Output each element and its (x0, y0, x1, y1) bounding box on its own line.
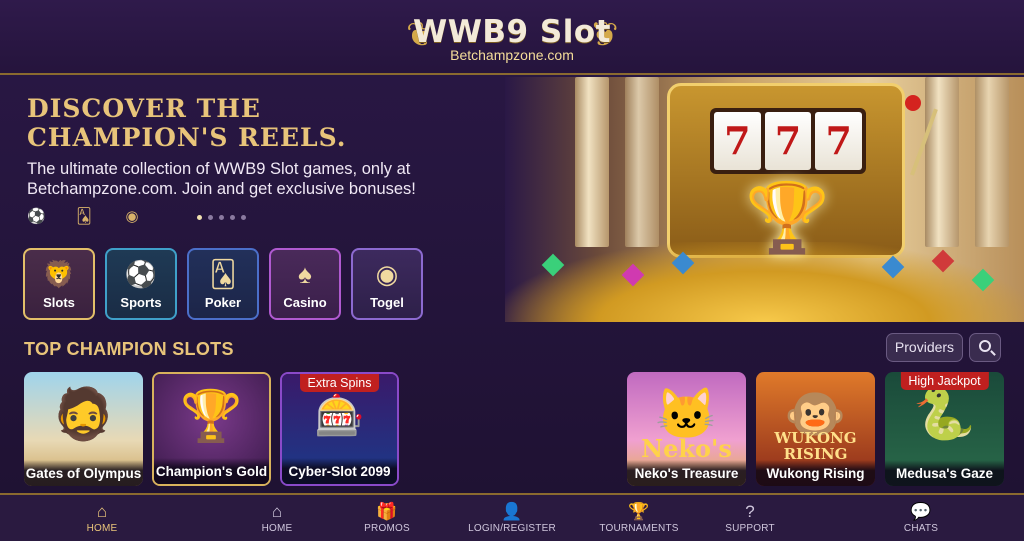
nav-login-register[interactable]: 👤 LOGIN/REGISTER (467, 495, 557, 541)
category-label: Slots (43, 295, 75, 310)
carousel-dot[interactable] (208, 215, 213, 220)
nav-label: CHATS (903, 523, 939, 534)
game-card-gates-of-olympus[interactable]: 🧔 Gates of Olympus (24, 372, 143, 486)
trophy-icon: 🏆 (180, 388, 243, 444)
logo-title: WWB9 Slot (413, 14, 611, 50)
gift-icon: 🎁 (376, 502, 398, 521)
medusa-icon: 🐍 (913, 386, 976, 442)
category-poker[interactable]: 🂡 Poker (187, 248, 259, 320)
game-name: Cyber-Slot 2099 (282, 458, 397, 484)
nav-chats[interactable]: 💬 CHATS (891, 495, 951, 541)
category-casino[interactable]: ♠ Casino (269, 248, 341, 320)
page: ❦ ❦ WWB9 Slot Betchampzone.com DISCOVER … (0, 0, 1024, 541)
game-card-wukong-rising[interactable]: 🐵 WUKONG RISING Wukong Rising (756, 372, 875, 486)
carousel-dot[interactable] (230, 215, 235, 220)
nav-tournaments[interactable]: 🏆 TOURNAMENTS (598, 495, 680, 541)
nav-home-active[interactable]: ⌂ HOME (72, 495, 132, 541)
nav-promos[interactable]: 🎁 PROMOS (356, 495, 418, 541)
home-icon: ⌂ (96, 502, 108, 521)
zeus-icon: 🧔 (52, 386, 115, 442)
category-label: Poker (204, 295, 242, 310)
game-name: Gates of Olympus (24, 460, 143, 486)
category-slots[interactable]: 🦁 Slots (23, 248, 95, 320)
game-card-nekos-treasure[interactable]: 🐱 Neko's Neko's Treasure (627, 372, 746, 486)
nav-home[interactable]: ⌂ HOME (247, 495, 307, 541)
header: ❦ ❦ WWB9 Slot Betchampzone.com (0, 0, 1024, 75)
game-card-champions-gold[interactable]: 🏆 Champion's Gold (152, 372, 271, 486)
game-art-title: Neko's (641, 434, 732, 463)
nav-label: SUPPORT (725, 523, 775, 534)
game-tag: Extra Spins (299, 374, 380, 392)
section-title: TOP CHAMPION SLOTS (24, 339, 234, 359)
lion-icon: 🦁 (42, 259, 76, 289)
game-card-medusas-gaze[interactable]: 🐍 High Jackpot Medusa's Gaze (885, 372, 1004, 486)
game-name: Wukong Rising (756, 460, 875, 486)
pillar (925, 77, 959, 247)
reel: 7 (714, 112, 761, 170)
category-togel[interactable]: ◉ Togel (351, 248, 423, 320)
logo-subtitle: Betchampzone.com (450, 47, 574, 63)
game-name: Neko's Treasure (627, 460, 746, 486)
nav-label: PROMOS (364, 523, 410, 534)
game-card-cyber-slot-2099[interactable]: 🎰 Extra Spins Cyber-Slot 2099 (280, 372, 399, 486)
reel: 7 (815, 112, 863, 170)
carousel-dots[interactable] (197, 215, 246, 220)
pillar (975, 77, 1009, 247)
playing-cards-icon: 🂡 (76, 208, 92, 225)
hero-mini-icons: ⚽ 🂡 ◉ (27, 208, 171, 226)
nav-label: TOURNAMENTS (599, 523, 679, 534)
lever-ball (905, 95, 921, 111)
bottom-nav: ⌂ HOME ⌂ HOME 🎁 PROMOS 👤 LOGIN/REGISTER … (0, 493, 1024, 541)
nav-support[interactable]: ? SUPPORT (720, 495, 780, 541)
hero-description: The ultimate collection of WWB9 Slot gam… (27, 160, 416, 198)
casino-chip-icon: ♠ (298, 259, 312, 289)
lottery-ball-icon: ◉ (125, 208, 139, 225)
category-label: Togel (370, 295, 404, 310)
reel-window: 7 7 7 (710, 108, 866, 174)
category-label: Casino (283, 295, 327, 310)
soccer-ball-icon: ⚽ (27, 208, 46, 225)
carousel-dot[interactable] (219, 215, 224, 220)
nav-label: HOME (261, 523, 293, 534)
pillar (575, 77, 609, 247)
category-sports[interactable]: ⚽ Sports (105, 248, 177, 320)
question-icon: ? (745, 502, 755, 521)
hero-slot-machine-image[interactable]: 7 7 7 🏆 (505, 77, 1024, 322)
slot-machine-icon: 🎰 (314, 394, 365, 438)
game-name: Medusa's Gaze (885, 460, 1004, 486)
site-logo[interactable]: ❦ ❦ WWB9 Slot Betchampzone.com (406, 8, 618, 68)
game-art-title: WUKONG RISING (774, 429, 857, 463)
pillar (625, 77, 659, 247)
search-icon (979, 340, 991, 352)
nav-label: HOME (86, 523, 118, 534)
chat-icon: 💬 (910, 502, 932, 521)
trophy-icon: 🏆 (628, 502, 650, 521)
category-label: Sports (120, 295, 162, 310)
game-name: Champion's Gold (154, 458, 269, 484)
home-icon: ⌂ (271, 502, 283, 521)
providers-button[interactable]: Providers (886, 333, 963, 362)
nav-label: LOGIN/REGISTER (468, 523, 556, 534)
reel: 7 (764, 112, 812, 170)
soccer-ball-icon: ⚽ (124, 259, 158, 289)
carousel-dot[interactable] (241, 215, 246, 220)
user-plus-icon: 👤 (501, 502, 523, 521)
trophy-icon: 🏆 (745, 180, 830, 256)
category-buttons: 🦁 Slots ⚽ Sports 🂡 Poker ♠ Casino ◉ Toge… (23, 248, 423, 320)
carousel-dot[interactable] (197, 215, 202, 220)
game-tag: High Jackpot (900, 372, 989, 390)
hero-title: DISCOVER THE CHAMPION'S REELS. (27, 94, 347, 152)
playing-cards-icon: 🂡 (209, 259, 237, 289)
lottery-ball-icon: ◉ (375, 259, 399, 289)
search-button[interactable] (969, 333, 1001, 362)
